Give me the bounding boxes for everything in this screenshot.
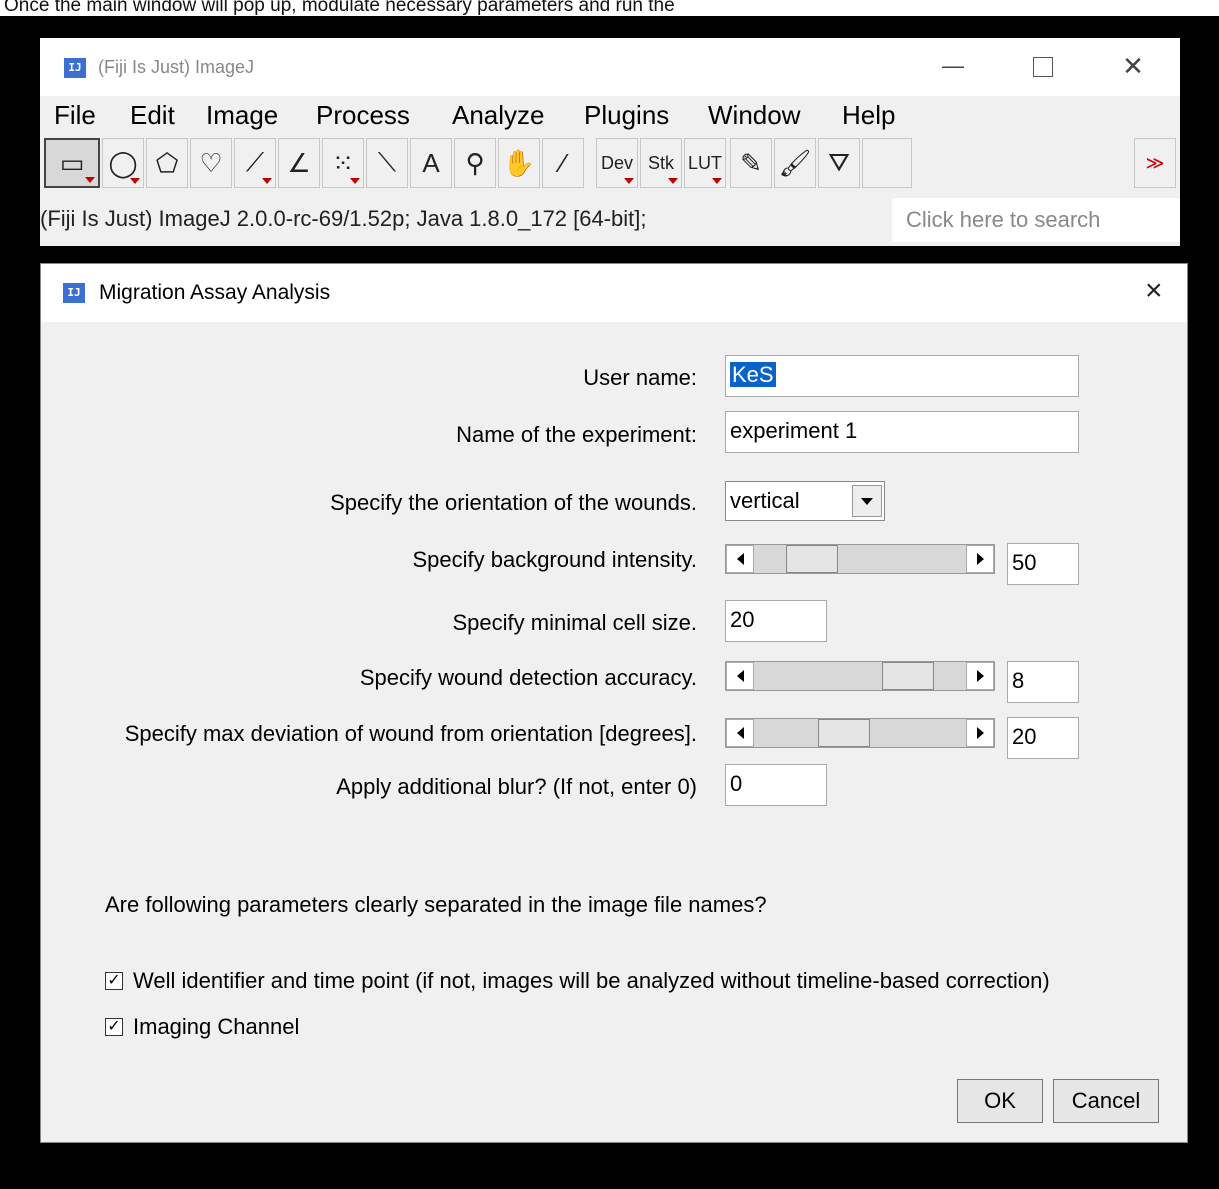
search-input[interactable]: Click here to search bbox=[892, 198, 1180, 242]
imagej-main-window: IJ (Fiji Is Just) ImageJ — ✕ File Edit I… bbox=[40, 38, 1180, 246]
slider-left-arrow-icon[interactable] bbox=[726, 662, 754, 690]
menu-plugins[interactable]: Plugins bbox=[584, 100, 669, 131]
menu-edit[interactable]: Edit bbox=[130, 100, 175, 131]
blur-label: Apply additional blur? (If not, enter 0) bbox=[336, 774, 697, 799]
menu-process[interactable]: Process bbox=[316, 100, 410, 131]
chevron-down-icon[interactable] bbox=[852, 485, 882, 517]
flood-fill-icon: ⛛ bbox=[828, 147, 850, 177]
dialog-titlebar[interactable]: IJ Migration Assay Analysis × bbox=[41, 264, 1187, 322]
orientation-label: Specify the orientation of the wounds. bbox=[330, 490, 697, 515]
experiment-label: Name of the experiment: bbox=[456, 422, 697, 447]
status-text: (Fiji Is Just) ImageJ 2.0.0-rc-69/1.52p;… bbox=[40, 206, 647, 231]
slider-right-arrow-icon[interactable] bbox=[966, 545, 994, 573]
slider-right-arrow-icon[interactable] bbox=[966, 662, 994, 690]
wand-tool[interactable]: ⟍ bbox=[366, 138, 408, 188]
accuracy-value-input[interactable]: 8 bbox=[1007, 661, 1079, 703]
well-checkbox[interactable]: ✓ bbox=[105, 972, 123, 990]
polygon-tool[interactable]: ⬠ bbox=[146, 138, 188, 188]
line-icon: ⟋ bbox=[245, 147, 265, 177]
cellsize-label: Specify minimal cell size. bbox=[452, 610, 697, 635]
rectangle-tool[interactable]: ▭ bbox=[44, 138, 100, 188]
angle-icon: ∠ bbox=[287, 147, 311, 178]
hand-icon: ✋ bbox=[502, 147, 536, 178]
point-icon: ⁙ bbox=[332, 147, 354, 178]
color-picker-icon: ⁄ bbox=[560, 147, 566, 178]
more-tools-button[interactable]: ≫ bbox=[1134, 138, 1176, 188]
deviation-slider[interactable] bbox=[725, 718, 995, 748]
accuracy-slider[interactable] bbox=[725, 661, 995, 691]
slider-thumb[interactable] bbox=[882, 662, 934, 690]
maximize-button[interactable] bbox=[1018, 50, 1068, 82]
flood-fill-tool[interactable]: ⛛ bbox=[818, 138, 860, 188]
wand-icon: ⟍ bbox=[377, 147, 397, 177]
stk-button[interactable]: Stk bbox=[640, 138, 682, 188]
experiment-input[interactable]: experiment 1 bbox=[725, 411, 1079, 453]
magnifier-icon: ⚲ bbox=[465, 147, 485, 178]
menu-help[interactable]: Help bbox=[842, 100, 895, 131]
slider-right-arrow-icon[interactable] bbox=[966, 719, 994, 747]
brush-icon: 🖌 bbox=[778, 147, 812, 178]
freehand-tool[interactable]: ♡ bbox=[190, 138, 232, 188]
orientation-select[interactable]: vertical bbox=[725, 481, 885, 521]
accuracy-label: Specify wound detection accuracy. bbox=[359, 665, 697, 690]
background-slider[interactable] bbox=[725, 544, 995, 574]
menu-file[interactable]: File bbox=[54, 100, 96, 131]
hand-tool[interactable]: ✋ bbox=[498, 138, 540, 188]
close-window-button[interactable]: ✕ bbox=[1108, 50, 1158, 82]
polygon-icon: ⬠ bbox=[155, 147, 179, 178]
menubar: File Edit Image Process Analyze Plugins … bbox=[40, 98, 1180, 134]
background-label: Specify background intensity. bbox=[412, 547, 697, 572]
imagej-title: (Fiji Is Just) ImageJ bbox=[98, 57, 255, 77]
menu-window[interactable]: Window bbox=[708, 100, 800, 131]
empty-tool-slot[interactable] bbox=[862, 138, 912, 188]
slider-thumb[interactable] bbox=[818, 719, 870, 747]
dialog-title: Migration Assay Analysis bbox=[99, 281, 331, 304]
magnifier-tool[interactable]: ⚲ bbox=[454, 138, 496, 188]
dev-button[interactable]: Dev bbox=[596, 138, 638, 188]
oval-icon: ◯ bbox=[108, 147, 138, 178]
user-name-label: User name: bbox=[583, 365, 697, 390]
close-icon[interactable]: × bbox=[1145, 274, 1163, 308]
angle-tool[interactable]: ∠ bbox=[278, 138, 320, 188]
text-tool[interactable]: A bbox=[410, 138, 452, 188]
cellsize-input[interactable]: 20 bbox=[725, 600, 827, 642]
slider-thumb[interactable] bbox=[786, 545, 838, 573]
color-picker-tool[interactable]: ⁄ bbox=[542, 138, 584, 188]
maximize-icon bbox=[1033, 57, 1053, 78]
menu-analyze[interactable]: Analyze bbox=[452, 100, 545, 131]
slider-left-arrow-icon[interactable] bbox=[726, 719, 754, 747]
channel-checkbox[interactable]: ✓ bbox=[105, 1018, 123, 1036]
minimize-button[interactable]: — bbox=[928, 50, 978, 82]
migration-assay-dialog: IJ Migration Assay Analysis × User name:… bbox=[40, 263, 1188, 1143]
background-value-input[interactable]: 50 bbox=[1007, 543, 1079, 585]
slider-left-arrow-icon[interactable] bbox=[726, 545, 754, 573]
double-chevron-right-icon: ≫ bbox=[1145, 152, 1165, 173]
pencil-tool[interactable]: ✎ bbox=[730, 138, 772, 188]
point-tool[interactable]: ⁙ bbox=[322, 138, 364, 188]
blur-input[interactable]: 0 bbox=[725, 764, 827, 806]
toolbar: ▭ ◯ ⬠ ♡ ⟋ ∠ ⁙ ⟍ A ⚲ ✋ ⁄ Dev Stk LUT ✎ 🖌 … bbox=[40, 134, 1180, 192]
brush-tool[interactable]: 🖌 bbox=[774, 138, 816, 188]
ok-button[interactable]: OK bbox=[957, 1079, 1043, 1123]
channel-checkbox-label: Imaging Channel bbox=[133, 1014, 300, 1039]
freehand-icon: ♡ bbox=[199, 147, 223, 178]
line-tool[interactable]: ⟋ bbox=[234, 138, 276, 188]
cancel-button[interactable]: Cancel bbox=[1053, 1079, 1159, 1123]
lut-button[interactable]: LUT bbox=[684, 138, 726, 188]
separation-question: Are following parameters clearly separat… bbox=[105, 892, 767, 917]
imagej-logo-icon: IJ bbox=[64, 58, 86, 78]
rectangle-icon: ▭ bbox=[59, 147, 85, 178]
text-icon: A bbox=[422, 147, 440, 178]
pencil-icon: ✎ bbox=[740, 147, 762, 178]
oval-tool[interactable]: ◯ bbox=[102, 138, 144, 188]
checkbox-row-well[interactable]: ✓ Well identifier and time point (if not… bbox=[105, 968, 1050, 994]
imagej-titlebar[interactable]: IJ (Fiji Is Just) ImageJ — ✕ bbox=[40, 38, 1180, 96]
menu-image[interactable]: Image bbox=[206, 100, 278, 131]
checkbox-row-channel[interactable]: ✓ Imaging Channel bbox=[105, 1014, 299, 1040]
deviation-value-input[interactable]: 20 bbox=[1007, 717, 1079, 759]
user-name-input[interactable]: KeS bbox=[725, 355, 1079, 397]
deviation-label: Specify max deviation of wound from orie… bbox=[124, 721, 697, 746]
dialog-logo-icon: IJ bbox=[63, 283, 85, 303]
well-checkbox-label: Well identifier and time point (if not, … bbox=[133, 968, 1050, 993]
